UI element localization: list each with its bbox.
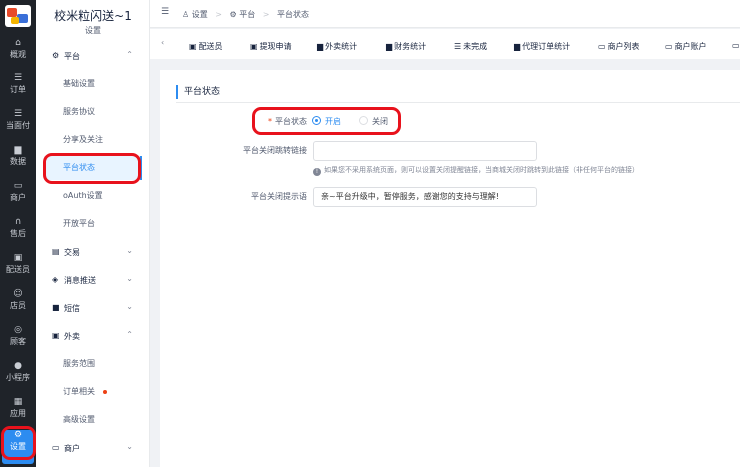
- notice-label: 平台关闭提示语: [251, 192, 307, 201]
- grid-icon: ▦: [13, 397, 23, 407]
- tab-unfinished[interactable]: ☰ 未完成: [454, 41, 487, 52]
- section-title: 平台状态: [176, 85, 220, 99]
- bar-chart-icon: ▆: [317, 42, 324, 51]
- rail-item-overview[interactable]: ⌂ 概观: [0, 38, 36, 72]
- list-icon: ☰: [13, 109, 23, 119]
- rail-item-face-pay[interactable]: ☰ 当面付: [0, 109, 36, 143]
- sidebar-section-title: 设置: [85, 26, 101, 35]
- tab-withdraw[interactable]: ▣ 提现申请: [250, 41, 292, 52]
- chevron-up-icon: ⌃: [126, 330, 133, 339]
- menu-item-order-related[interactable]: 订单相关: [44, 380, 142, 404]
- bar-chart-icon: ▆: [514, 42, 521, 51]
- menu-group-trade[interactable]: ▤ 交易 ⌄: [36, 240, 150, 264]
- card-icon: ▤: [52, 247, 60, 256]
- home-icon: ⌂: [15, 38, 21, 48]
- menu-group-merchant[interactable]: ▭ 商户 ⌄: [36, 436, 150, 460]
- app-logo[interactable]: [5, 5, 31, 27]
- menu-item-basic[interactable]: 基础设置: [44, 72, 142, 96]
- status-field-label: * 平台状态: [268, 117, 307, 126]
- menu-item-agreement[interactable]: 服务协议: [44, 100, 142, 124]
- breadcrumb-item-platform[interactable]: 平台: [239, 9, 255, 20]
- bar-chart-icon: ▆: [386, 42, 393, 51]
- headset-icon: ∩: [14, 217, 22, 227]
- rail-item-merchant[interactable]: ▭ 商户: [0, 181, 36, 215]
- store-icon: ▭: [598, 42, 606, 51]
- menu-group-push[interactable]: ◈ 消息推送 ⌄: [36, 268, 150, 292]
- settings-icon: ⚙: [13, 430, 23, 440]
- tab-rider[interactable]: ▣ 配送员: [189, 41, 223, 52]
- store-icon: ▭: [732, 41, 740, 50]
- gear-icon: ⚙: [229, 10, 237, 19]
- store-icon: ▭: [13, 181, 23, 191]
- list-icon: ☰: [13, 73, 23, 83]
- rail-item-orders[interactable]: ☰ 订单: [0, 73, 36, 107]
- tab-agent-order-stats[interactable]: ▆ 代理订单统计: [514, 41, 570, 52]
- chevron-down-icon: ⌄: [126, 302, 133, 311]
- menu-item-platform-status[interactable]: 平台状态: [44, 156, 142, 180]
- tab-merchant-account[interactable]: ▭ 商户账户: [665, 41, 707, 52]
- tab-merchant-list[interactable]: ▭ 商户列表: [598, 41, 640, 52]
- message-icon: ◈: [52, 275, 59, 284]
- rail-item-rider[interactable]: ▣ 配送员: [0, 253, 36, 287]
- breadcrumb: ♙ 设置 > ⚙ 平台 > 平台状态: [182, 9, 310, 20]
- rail-item-staff[interactable]: ☺ 店员: [0, 289, 36, 323]
- menu-fold-icon[interactable]: ☰: [161, 7, 169, 17]
- user-icon: ♙: [182, 10, 190, 19]
- info-icon: !: [313, 168, 321, 176]
- tab-finance-stats[interactable]: ▆ 财务统计: [386, 41, 426, 52]
- breadcrumb-item-settings[interactable]: 设置: [192, 9, 208, 20]
- store-icon: ▭: [52, 443, 60, 452]
- settings-sidebar: 校米粒闪送~1 设置 ⚙ 平台 ⌃ 基础设置 服务协议 分享及关注 平台状态 o…: [36, 0, 150, 467]
- bag-icon: ▣: [52, 331, 60, 340]
- badge-dot: [103, 389, 107, 394]
- redirect-link-label: 平台关闭跳转链接: [243, 146, 307, 155]
- customer-icon: ◎: [14, 325, 22, 335]
- section-divider: [176, 102, 740, 103]
- menu-item-service-scope[interactable]: 服务范围: [44, 352, 142, 376]
- status-off-radio[interactable]: 关闭: [359, 116, 388, 127]
- chevron-down-icon: ⌄: [126, 274, 133, 283]
- menu-group-sms[interactable]: ■ 短信 ⌄: [36, 296, 150, 320]
- rider-icon: ▣: [13, 253, 23, 263]
- chevron-up-icon: ⌃: [126, 50, 133, 59]
- breadcrumb-item-status: 平台状态: [277, 10, 310, 19]
- gear-icon: ⚙: [52, 51, 60, 60]
- rail-item-miniprogram[interactable]: ● 小程序: [0, 361, 36, 395]
- store-icon: ▭: [665, 42, 673, 51]
- withdraw-icon: ▣: [250, 42, 258, 51]
- scroll-left-icon[interactable]: ‹: [161, 38, 164, 47]
- menu-item-open-platform[interactable]: 开放平台: [44, 212, 142, 236]
- tab-overflow[interactable]: ▭: [732, 41, 740, 50]
- sms-icon: ■: [52, 303, 60, 312]
- staff-icon: ☺: [13, 289, 23, 299]
- rail-item-apps[interactable]: ▦ 应用: [0, 397, 36, 431]
- menu-item-share[interactable]: 分享及关注: [44, 128, 142, 152]
- rail-item-settings[interactable]: ⚙ 设置: [2, 430, 34, 464]
- rail-item-data[interactable]: ▆ 数据: [0, 145, 36, 179]
- menu-item-advanced[interactable]: 高级设置: [44, 408, 142, 432]
- main-panel: 平台状态 * 平台状态 开启 关闭 平台关闭跳转链接 ! 如果您不采用系统页面，则可…: [160, 70, 740, 467]
- menu-group-takeout[interactable]: ▣ 外卖 ⌃: [36, 324, 150, 348]
- quick-tabs-bar: ‹ ▣ 配送员 ▣ 提现申请 ▆ 外卖统计 ▆ 财务统计 ☰ 未完成 ▆ 代理订单统计 ▭ 商…: [150, 29, 740, 59]
- rider-icon: ▣: [189, 42, 197, 51]
- chevron-down-icon: ⌄: [126, 246, 133, 255]
- list-icon: ☰: [454, 42, 462, 51]
- menu-group-platform[interactable]: ⚙ 平台 ⌃: [36, 44, 150, 68]
- menu-item-oauth[interactable]: oAuth设置: [44, 184, 142, 208]
- chat-icon: ●: [14, 361, 22, 371]
- tab-takeout-stats[interactable]: ▆ 外卖统计: [317, 41, 357, 52]
- rail-item-aftersale[interactable]: ∩ 售后: [0, 217, 36, 251]
- status-on-radio[interactable]: 开启: [312, 116, 341, 127]
- bar-chart-icon: ▆: [14, 145, 22, 155]
- rail-item-customer[interactable]: ◎ 顾客: [0, 325, 36, 359]
- redirect-link-hint: ! 如果您不采用系统页面，则可以设置关闭提醒链接，当商城关闭时跳转到此链接（非任何…: [313, 165, 639, 176]
- brand-name: 校米粒闪送~1: [54, 9, 132, 23]
- chevron-down-icon: ⌄: [126, 442, 133, 451]
- icon-rail: ⌂ 概观 ☰ 订单 ☰ 当面付 ▆ 数据 ▭ 商户 ∩ 售后 ▣ 配送员 ☺ 店…: [0, 0, 36, 467]
- top-bar: ☰ ♙ 设置 > ⚙ 平台 > 平台状态: [150, 0, 740, 28]
- redirect-link-input[interactable]: [313, 141, 537, 161]
- notice-input[interactable]: 亲~平台升级中，暂停服务，感谢您的支持与理解!: [313, 187, 537, 207]
